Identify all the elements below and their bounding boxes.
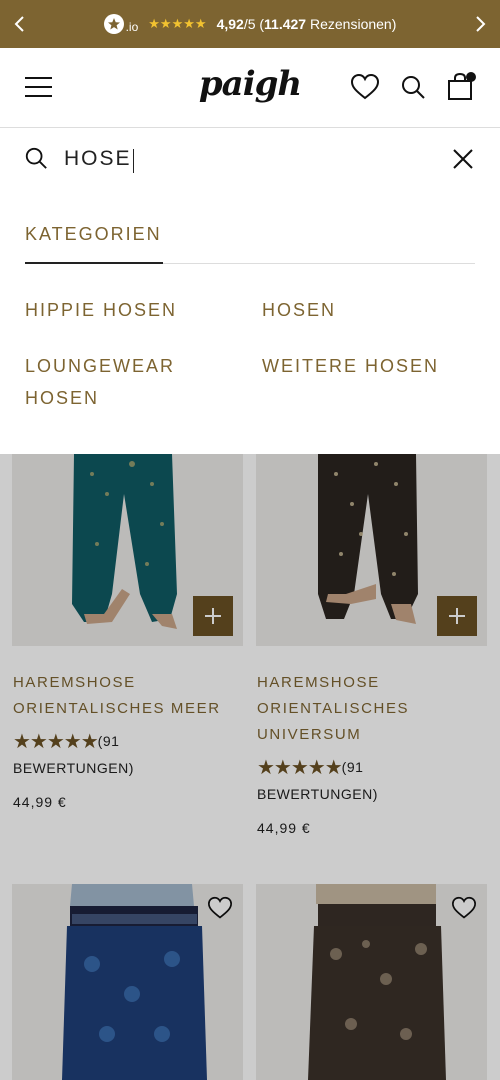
review-count: 11.427 — [264, 16, 307, 32]
category-link-weitere-hosen[interactable]: WEITERE HOSEN — [262, 350, 439, 382]
review-word: Rezensionen) — [306, 16, 397, 32]
chevron-left-icon[interactable] — [6, 10, 34, 38]
header-actions — [350, 72, 476, 107]
site-header: paigh — [0, 48, 500, 128]
close-icon[interactable] — [452, 148, 474, 175]
banner-stars: ★★★★★ — [148, 16, 207, 31]
review-brand-logo: .io — [103, 14, 139, 34]
rating-summary[interactable]: .io ★★★★★ 4,92/5 (11.427 Rezensionen) — [103, 14, 397, 34]
search-icon[interactable] — [400, 74, 426, 105]
rating-score: 4,92 — [216, 16, 244, 32]
text-caret — [132, 148, 134, 173]
search-input[interactable]: HOSE — [48, 147, 134, 173]
star-circle-icon — [103, 14, 124, 34]
category-link-hippie-hosen[interactable]: HIPPIE HOSEN — [25, 294, 177, 326]
search-icon — [24, 146, 48, 175]
search-bar[interactable]: HOSE — [24, 146, 476, 174]
shopping-bag-icon[interactable] — [446, 72, 476, 107]
category-link-hosen[interactable]: HOSEN — [262, 294, 336, 326]
search-panel: HOSE KATEGORIEN HIPPIE HOSEN HOSEN LOUNG… — [0, 128, 500, 454]
chevron-right-icon[interactable] — [466, 10, 494, 38]
tab-active-indicator — [25, 262, 163, 264]
trust-banner: .io ★★★★★ 4,92/5 (11.427 Rezensionen) — [0, 0, 500, 48]
category-link-loungewear-hosen[interactable]: LOUNGEWEAR HOSEN — [25, 350, 225, 414]
rating-text: 4,92/5 (11.427 Rezensionen) — [217, 16, 397, 32]
categories-tab[interactable]: KATEGORIEN — [25, 224, 162, 245]
rating-score-suffix: /5 ( — [243, 16, 265, 32]
brand-suffix: .io — [125, 20, 139, 34]
dim-overlay[interactable] — [0, 454, 500, 1080]
heart-icon[interactable] — [350, 73, 380, 106]
search-query: HOSE — [64, 147, 132, 171]
